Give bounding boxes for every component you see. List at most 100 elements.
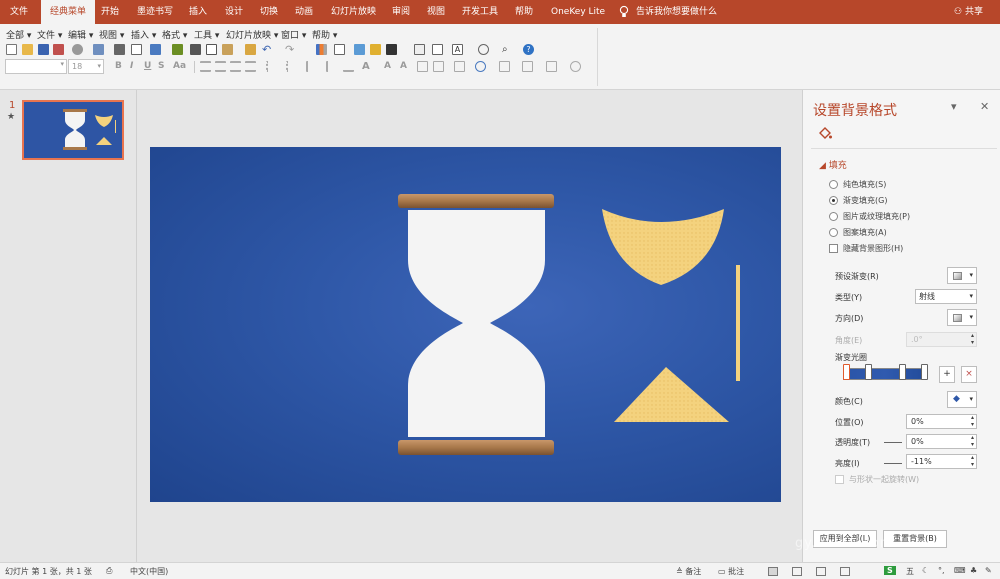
solid-fill-radio[interactable]: 纯色填充(S) [829, 179, 886, 190]
font-color-button[interactable]: A [362, 61, 370, 72]
keyboard-icon[interactable]: ⌨ [954, 566, 966, 575]
accessibility-icon[interactable]: ⎙ [106, 566, 112, 576]
tab-help[interactable]: 帮助 [515, 0, 533, 24]
shape-effects-icon[interactable] [546, 61, 557, 72]
font-name-box[interactable]: ▾ [5, 59, 67, 74]
menu-insert[interactable]: 插入 ▾ [131, 28, 156, 41]
textbox-icon[interactable] [414, 44, 425, 55]
arrange-icon[interactable] [475, 61, 486, 72]
comments-button[interactable]: ▭ 批注 [718, 566, 744, 577]
wrench-icon[interactable]: ✎ [985, 566, 992, 575]
chart-icon[interactable] [316, 44, 327, 55]
clipart-icon[interactable] [370, 44, 381, 55]
font-size-box[interactable]: 18 ▾ [68, 59, 104, 74]
smartart-icon[interactable] [454, 61, 465, 72]
copy-icon[interactable] [206, 44, 217, 55]
save-icon[interactable] [38, 44, 49, 55]
menu-file[interactable]: 文件 ▾ [37, 28, 62, 41]
slide-canvas[interactable] [150, 147, 781, 502]
font-case-button[interactable]: Aa [173, 61, 186, 71]
ime-icon[interactable]: S [884, 566, 896, 575]
moon-icon[interactable]: ☾ [922, 566, 929, 575]
text-direction-icon[interactable] [417, 61, 428, 72]
align-center-icon[interactable] [215, 61, 226, 72]
transparency-slider[interactable] [884, 442, 902, 443]
tab-view[interactable]: 视图 [427, 0, 445, 24]
shape-fill-icon[interactable] [499, 61, 510, 72]
bold-button[interactable]: B [115, 61, 122, 71]
new-icon[interactable] [6, 44, 17, 55]
notes-button[interactable]: ≜ 备注 [676, 566, 701, 577]
shrink-font-button[interactable]: A [400, 61, 407, 71]
paint-bucket-icon[interactable] [817, 125, 833, 141]
italic-button[interactable]: I [130, 61, 133, 71]
gradient-stop-3[interactable] [899, 364, 906, 380]
tab-transitions[interactable]: 切换 [260, 0, 278, 24]
menu-tools[interactable]: 工具 ▾ [194, 28, 219, 41]
tab-design[interactable]: 设计 [225, 0, 243, 24]
tab-classic-menu[interactable]: 经典菜单 [41, 0, 96, 24]
rotate-with-shape-checkbox[interactable]: 与形状一起旋转(W) [835, 474, 919, 485]
fill-section-header[interactable]: ◢ 填充 [819, 158, 847, 171]
skin-icon[interactable]: ♣ [970, 566, 977, 575]
open-icon[interactable] [22, 44, 33, 55]
picture-fill-radio[interactable]: 图片或纹理填充(P) [829, 211, 910, 222]
brightness-slider[interactable] [884, 463, 902, 464]
indent-icon[interactable] [306, 61, 317, 72]
tab-home[interactable]: 开始 [101, 0, 119, 24]
angle-field[interactable]: .0° ▴ ▾ [906, 332, 977, 347]
pattern-fill-radio[interactable]: 图案填充(A) [829, 227, 887, 238]
slide-sorter-icon[interactable] [792, 567, 802, 576]
save-as-icon[interactable] [53, 44, 64, 55]
text-effect-icon[interactable]: A [452, 44, 463, 55]
spelling-icon[interactable] [150, 44, 161, 55]
tab-developer[interactable]: 开发工具 [462, 0, 498, 24]
zoom-icon[interactable]: ⌕ [502, 44, 513, 55]
permission-icon[interactable] [72, 44, 83, 55]
preset-gradient-button[interactable]: ▾ [947, 267, 977, 284]
brightness-field[interactable]: -11% ▴ ▾ [906, 454, 977, 469]
gradient-stops-bar[interactable] [843, 368, 927, 380]
remove-stop-icon[interactable]: × [961, 366, 977, 383]
gradient-stop-1[interactable] [843, 364, 850, 380]
tab-animations[interactable]: 动画 [295, 0, 313, 24]
punctuation-icon[interactable]: °, [938, 566, 945, 575]
gradient-stop-4[interactable] [921, 364, 928, 380]
cut-icon[interactable] [190, 44, 201, 55]
line-color-icon[interactable] [386, 44, 397, 55]
table-icon[interactable] [334, 44, 345, 55]
underline-button[interactable]: U [144, 61, 151, 71]
slide-thumbnail[interactable] [22, 100, 124, 160]
help-icon[interactable]: ? [523, 44, 534, 55]
tab-file[interactable]: 文件 [10, 0, 28, 24]
ime-mode-icon[interactable]: 五 [906, 566, 914, 577]
quick-styles-icon[interactable] [570, 61, 581, 72]
menu-format[interactable]: 格式 ▾ [162, 28, 187, 41]
menu-all[interactable]: 全部 ▾ [6, 28, 31, 41]
language-text[interactable]: 中文(中国) [130, 566, 168, 577]
hide-background-checkbox[interactable]: 隐藏背景图形(H) [829, 243, 903, 254]
menu-help[interactable]: 帮助 ▾ [312, 28, 337, 41]
email-icon[interactable] [93, 44, 104, 55]
numbering-icon[interactable] [286, 61, 297, 72]
check-icon[interactable] [172, 44, 183, 55]
align-right-icon[interactable] [230, 61, 241, 72]
tell-me-search[interactable]: 告诉我你想要做什么 [636, 0, 717, 24]
outdent-icon[interactable] [326, 61, 337, 72]
pane-options-icon[interactable]: ▾ [951, 100, 957, 113]
line-spacing-icon[interactable] [343, 61, 354, 72]
redo-icon[interactable]: ↷ [285, 44, 296, 55]
text-align-icon[interactable] [433, 61, 444, 72]
shapes-icon[interactable] [478, 44, 489, 55]
gradient-stop-2[interactable] [865, 364, 872, 380]
tab-ink[interactable]: 墨迹书写 [137, 0, 173, 24]
menu-slideshow[interactable]: 幻灯片放映 ▾ [226, 28, 278, 41]
normal-view-icon[interactable] [768, 567, 778, 576]
tab-slideshow[interactable]: 幻灯片放映 [331, 0, 376, 24]
undo-icon[interactable]: ↶ [262, 44, 273, 55]
bullets-icon[interactable] [266, 61, 277, 72]
align-left-icon[interactable] [200, 61, 211, 72]
tab-insert[interactable]: 插入 [189, 0, 207, 24]
grow-font-button[interactable]: A [384, 61, 391, 71]
shadow-button[interactable]: S [158, 61, 164, 71]
